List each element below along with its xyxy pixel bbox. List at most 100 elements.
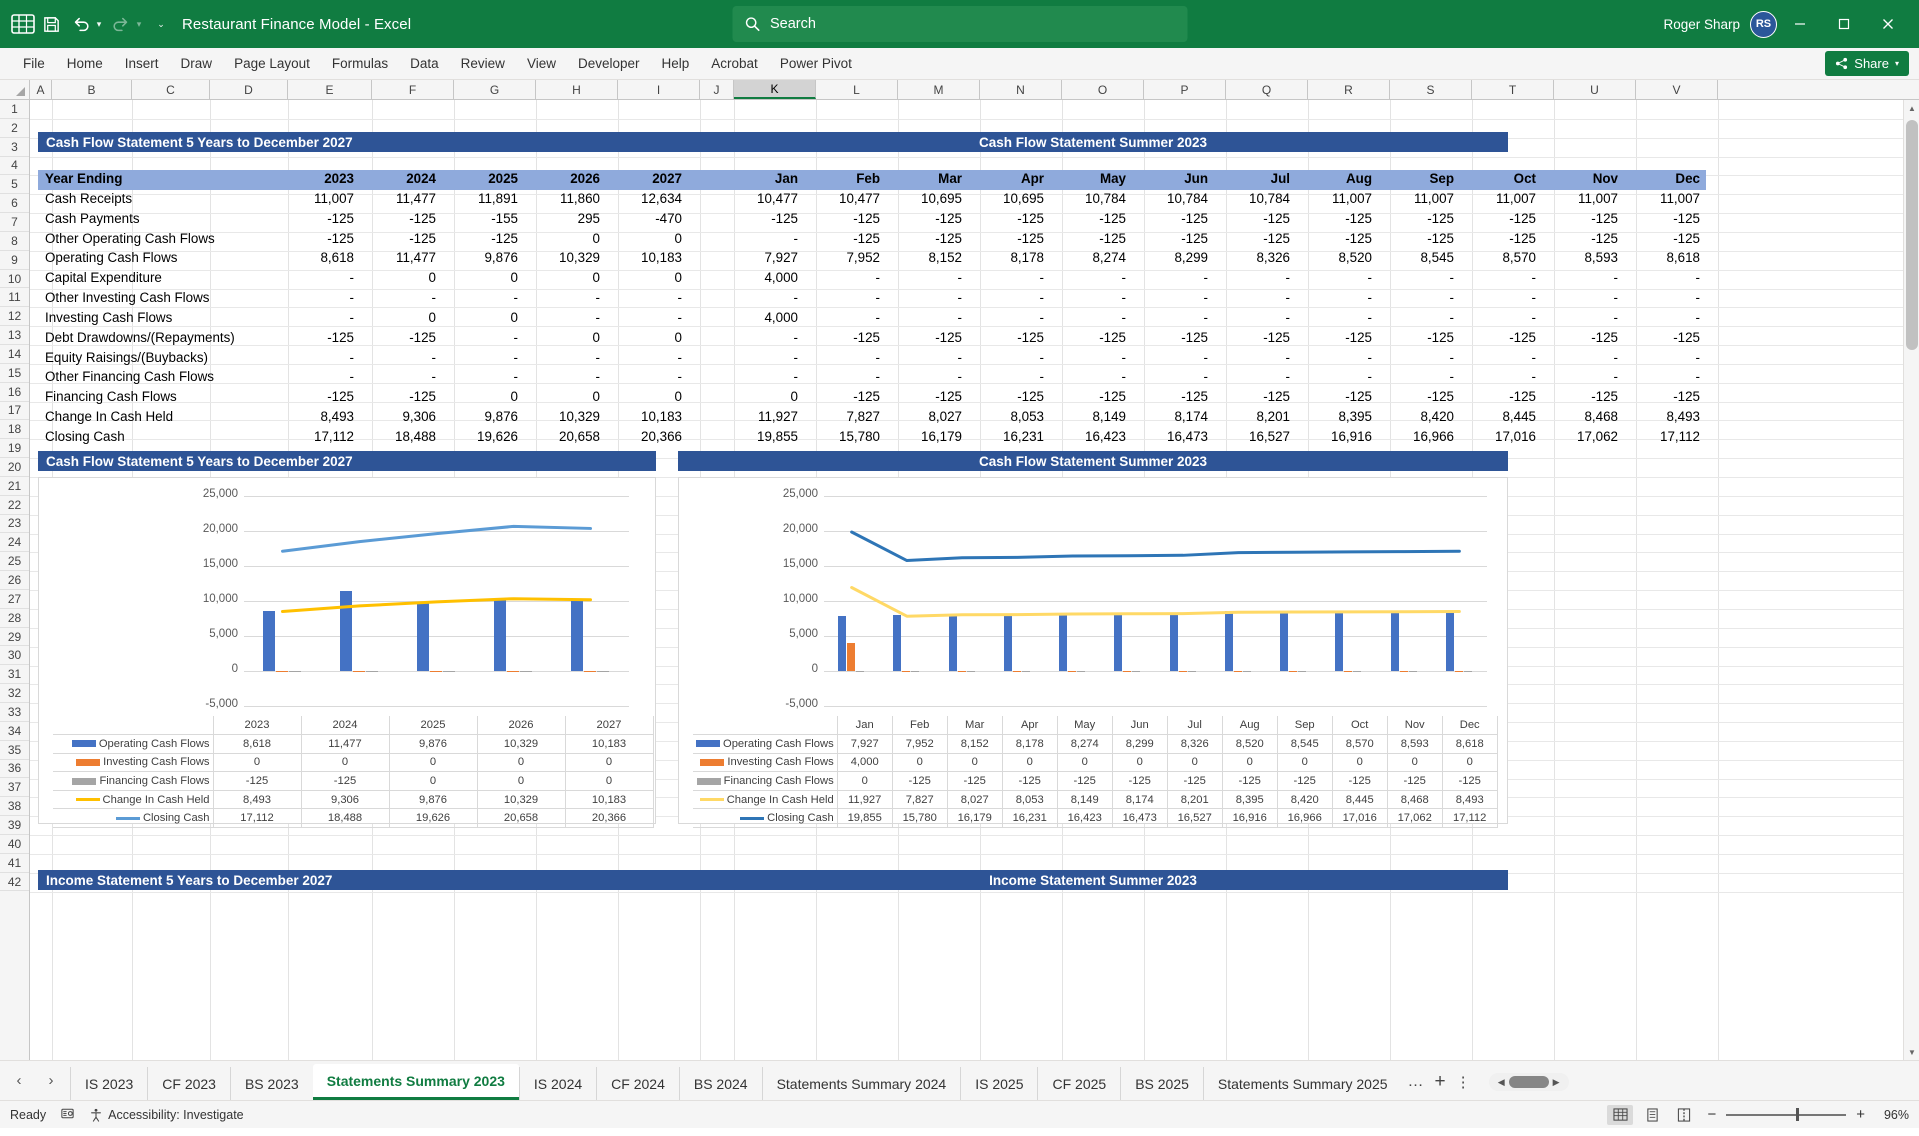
cell-month[interactable]: - xyxy=(1460,349,1542,369)
row-header-39[interactable]: 39 xyxy=(0,816,29,835)
ribbon-tab-view[interactable]: View xyxy=(516,52,567,75)
ribbon-tab-formulas[interactable]: Formulas xyxy=(321,52,399,75)
row-label[interactable]: Other Investing Cash Flows xyxy=(38,289,276,309)
cell-year[interactable]: 20,658 xyxy=(524,428,606,448)
cell-year[interactable]: - xyxy=(276,368,360,388)
cell-month[interactable]: - xyxy=(968,269,1050,289)
row-header-29[interactable]: 29 xyxy=(0,628,29,647)
table-gap[interactable] xyxy=(688,408,722,428)
cell-month[interactable]: -125 xyxy=(1460,329,1542,349)
cell-month[interactable]: - xyxy=(1542,269,1624,289)
cell-year[interactable]: - xyxy=(360,349,442,369)
page-break-preview-button[interactable] xyxy=(1671,1105,1697,1125)
cell-year[interactable]: - xyxy=(442,289,524,309)
cell-month[interactable]: - xyxy=(968,368,1050,388)
row-label[interactable]: Capital Expenditure xyxy=(38,269,276,289)
cell-month[interactable]: - xyxy=(1050,349,1132,369)
cell-month[interactable]: -125 xyxy=(1542,329,1624,349)
cell-month[interactable]: -125 xyxy=(1296,329,1378,349)
row-header-15[interactable]: 15 xyxy=(0,364,29,383)
column-header-H[interactable]: H xyxy=(536,80,618,99)
cell-month[interactable]: 15,780 xyxy=(804,428,886,448)
cell-month[interactable]: - xyxy=(1296,289,1378,309)
cell-month[interactable]: - xyxy=(886,309,968,329)
cell-month[interactable]: - xyxy=(968,289,1050,309)
cell-month[interactable]: - xyxy=(1378,368,1460,388)
ribbon-tab-home[interactable]: Home xyxy=(56,52,114,75)
cell-month[interactable]: -125 xyxy=(886,329,968,349)
cell-month[interactable]: 11,007 xyxy=(1460,190,1542,210)
cell-month[interactable]: 8,149 xyxy=(1050,408,1132,428)
cell-month[interactable]: - xyxy=(1296,349,1378,369)
cell-month[interactable]: -125 xyxy=(1132,329,1214,349)
sheet-options-icon[interactable]: ⋮ xyxy=(1456,1073,1471,1091)
cell-month[interactable]: -125 xyxy=(1378,388,1460,408)
close-button[interactable] xyxy=(1867,7,1909,41)
cell-month[interactable]: 8,445 xyxy=(1460,408,1542,428)
zoom-in-button[interactable]: + xyxy=(1852,1106,1869,1123)
cell-month[interactable]: - xyxy=(1542,289,1624,309)
cell-month[interactable]: -125 xyxy=(1132,388,1214,408)
cell-month[interactable]: 7,952 xyxy=(804,249,886,269)
cell-year[interactable]: - xyxy=(606,309,688,329)
column-header-V[interactable]: V xyxy=(1636,80,1718,99)
cell-month[interactable]: - xyxy=(886,368,968,388)
table-header-Jul[interactable]: Jul xyxy=(1214,170,1296,190)
cell-month[interactable]: 8,201 xyxy=(1214,408,1296,428)
cell-year[interactable]: 0 xyxy=(524,329,606,349)
cell-month[interactable]: 10,784 xyxy=(1132,190,1214,210)
row-label[interactable]: Cash Payments xyxy=(38,210,276,230)
cell-month[interactable]: - xyxy=(804,289,886,309)
cell-year[interactable]: 12,634 xyxy=(606,190,688,210)
share-chevron-icon[interactable]: ▾ xyxy=(1895,59,1899,68)
table-header-2023[interactable]: 2023 xyxy=(276,170,360,190)
table-gap[interactable] xyxy=(688,170,722,190)
cell-year[interactable]: -470 xyxy=(606,210,688,230)
cell-month[interactable]: 7,927 xyxy=(722,249,804,269)
cell-month[interactable]: 4,000 xyxy=(722,309,804,329)
row-label[interactable]: Equity Raisings/(Buybacks) xyxy=(38,349,276,369)
cell-year[interactable]: 8,493 xyxy=(276,408,360,428)
table-row[interactable]: Change In Cash Held 8,493 9,306 9,876 10,329… xyxy=(38,408,1706,428)
cell-year[interactable]: -125 xyxy=(276,388,360,408)
row-header-6[interactable]: 6 xyxy=(0,194,29,214)
cell-year[interactable]: 9,306 xyxy=(360,408,442,428)
cell-month[interactable]: - xyxy=(722,230,804,250)
cell-year[interactable]: - xyxy=(606,368,688,388)
column-header-C[interactable]: C xyxy=(132,80,210,99)
row-header-28[interactable]: 28 xyxy=(0,609,29,628)
cell-month[interactable]: 16,527 xyxy=(1214,428,1296,448)
cell-month[interactable]: -125 xyxy=(1542,210,1624,230)
table-row[interactable]: Cash Receipts 11,007 11,477 11,891 11,860 12,… xyxy=(38,190,1706,210)
cell-month[interactable]: - xyxy=(1542,368,1624,388)
row-header-9[interactable]: 9 xyxy=(0,251,29,270)
table-header-Nov[interactable]: Nov xyxy=(1542,170,1624,190)
normal-view-button[interactable] xyxy=(1607,1104,1634,1125)
zoom-slider-knob[interactable] xyxy=(1795,1108,1799,1121)
row-label[interactable]: Other Financing Cash Flows xyxy=(38,368,276,388)
cell-month[interactable]: - xyxy=(1624,289,1706,309)
table-row[interactable]: Other Financing Cash Flows - - - - - - - - - - - - - -… xyxy=(38,368,1706,388)
table-header-Apr[interactable]: Apr xyxy=(968,170,1050,190)
table-header-May[interactable]: May xyxy=(1050,170,1132,190)
cell-month[interactable]: - xyxy=(804,269,886,289)
sheet-canvas[interactable]: Cash Flow Statement 5 Years to December … xyxy=(30,100,1919,1060)
save-icon[interactable] xyxy=(36,9,66,39)
cell-month[interactable]: - xyxy=(1378,269,1460,289)
table-header-Feb[interactable]: Feb xyxy=(804,170,886,190)
row-header-14[interactable]: 14 xyxy=(0,345,29,364)
cell-year[interactable]: 9,876 xyxy=(442,408,524,428)
column-header-L[interactable]: L xyxy=(816,80,898,99)
cell-year[interactable]: -125 xyxy=(442,230,524,250)
row-header-7[interactable]: 7 xyxy=(0,213,29,232)
cell-month[interactable]: 8,152 xyxy=(886,249,968,269)
row-header-37[interactable]: 37 xyxy=(0,778,29,798)
cell-year[interactable]: 11,477 xyxy=(360,190,442,210)
cell-month[interactable]: -125 xyxy=(886,230,968,250)
column-header-O[interactable]: O xyxy=(1062,80,1144,99)
cell-month[interactable]: - xyxy=(1132,309,1214,329)
cell-year[interactable]: - xyxy=(442,329,524,349)
table-header-2025[interactable]: 2025 xyxy=(442,170,524,190)
cell-month[interactable]: - xyxy=(1132,349,1214,369)
cell-month[interactable]: 8,420 xyxy=(1378,408,1460,428)
